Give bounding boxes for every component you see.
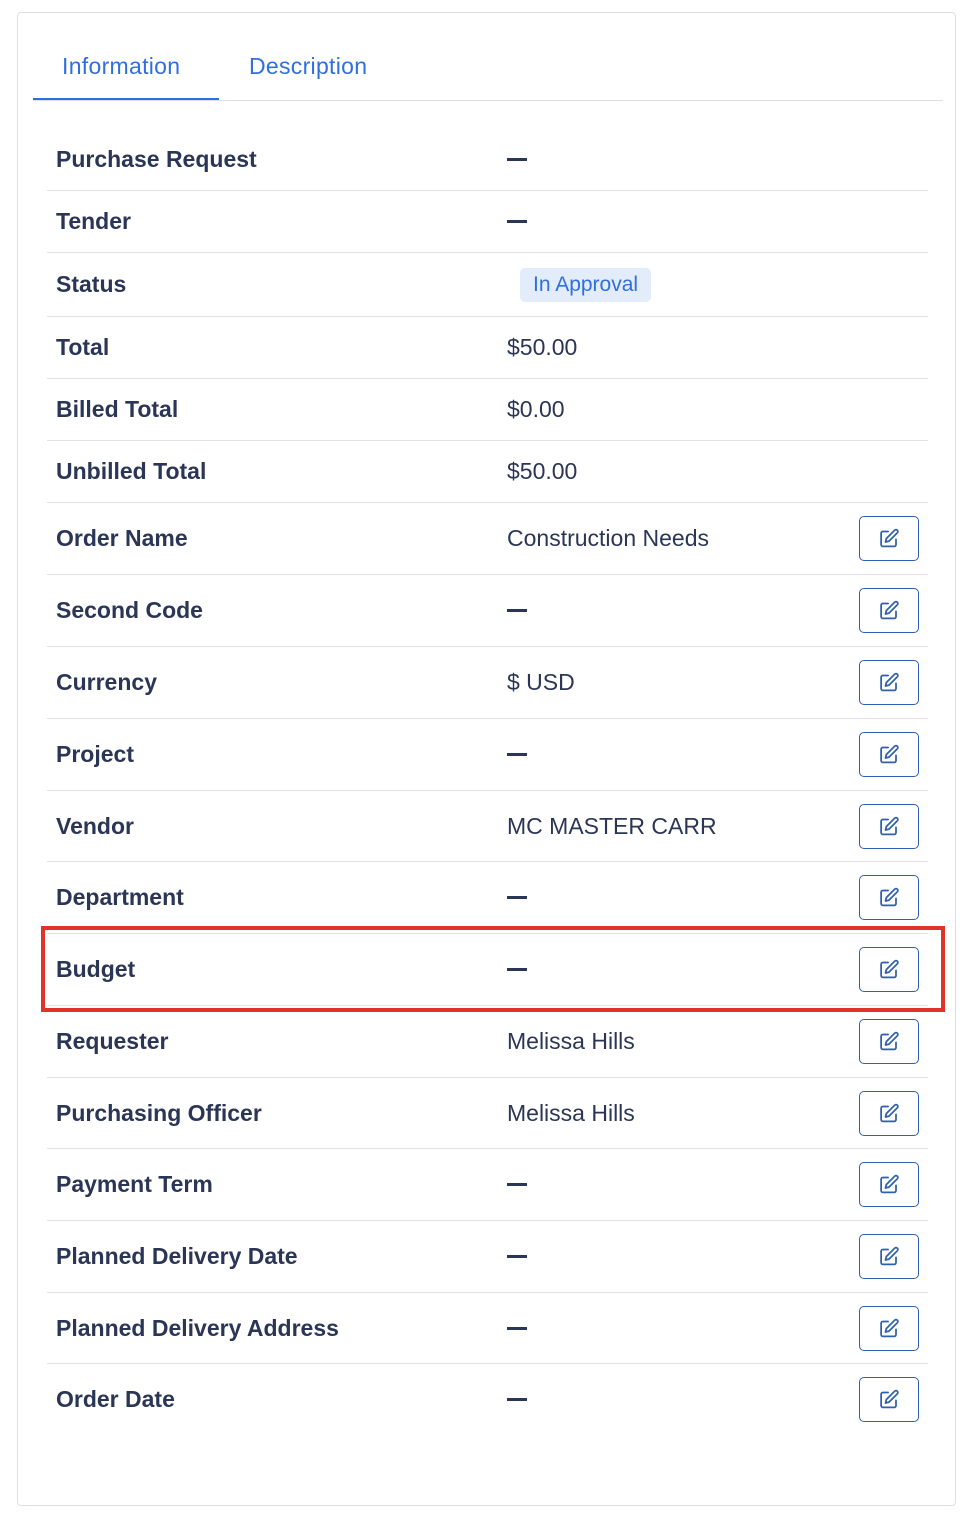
- field-value-billed-total: $0.00: [507, 396, 565, 422]
- field-label-project: Project: [56, 741, 134, 767]
- field-row-order-name: Order Name Construction Needs: [47, 503, 928, 575]
- empty-value-dash: [507, 220, 527, 223]
- field-label-purchasing-officer: Purchasing Officer: [56, 1099, 262, 1126]
- field-label-tender: Tender: [56, 208, 131, 234]
- field-row-planned-delivery-date: Planned Delivery Date: [47, 1221, 928, 1293]
- empty-value-dash: [507, 1326, 527, 1330]
- field-row-currency: Currency $ USD: [47, 647, 928, 719]
- edit-button-planned-delivery-date[interactable]: [859, 1234, 919, 1279]
- edit-button-purchasing-officer[interactable]: [859, 1090, 919, 1136]
- field-label-requester: Requester: [56, 1028, 169, 1054]
- empty-value-dash: [507, 1183, 527, 1186]
- edit-button-project[interactable]: [859, 732, 919, 777]
- field-label-department: Department: [56, 884, 184, 910]
- edit-button-currency[interactable]: [859, 660, 919, 705]
- field-value-unbilled-total: $50.00: [507, 458, 578, 484]
- edit-button-planned-delivery-address[interactable]: [859, 1305, 919, 1351]
- field-row-requester: Requester Melissa Hills: [47, 1006, 928, 1078]
- field-value-purchasing-officer: Melissa Hills: [507, 1099, 635, 1126]
- field-label-currency: Currency: [56, 669, 157, 695]
- edit-button-vendor[interactable]: [859, 803, 919, 849]
- empty-value-dash: [507, 1255, 527, 1258]
- field-row-purchase-request: Purchase Request: [47, 129, 928, 191]
- field-row-vendor: Vendor MC MASTER CARR: [47, 791, 928, 862]
- status-badge: In Approval: [520, 268, 652, 302]
- field-label-planned-delivery-address: Planned Delivery Address: [56, 1314, 339, 1341]
- field-label-total: Total: [56, 334, 110, 360]
- field-label-planned-delivery-date: Planned Delivery Date: [56, 1243, 298, 1269]
- field-label-second-code: Second Code: [56, 597, 203, 623]
- field-label-status: Status: [56, 271, 127, 297]
- edit-button-second-code[interactable]: [859, 588, 919, 633]
- field-label-purchase-request: Purchase Request: [56, 146, 257, 172]
- field-row-unbilled-total: Unbilled Total $50.00: [47, 441, 928, 503]
- tab-description[interactable]: Description: [249, 53, 367, 80]
- field-label-billed-total: Billed Total: [56, 396, 179, 422]
- field-value-vendor: MC MASTER CARR: [507, 812, 717, 839]
- field-row-purchasing-officer: Purchasing Officer Melissa Hills: [47, 1078, 928, 1149]
- field-row-status: Status In Approval: [47, 253, 928, 317]
- field-row-planned-delivery-address: Planned Delivery Address: [47, 1293, 928, 1364]
- field-row-billed-total: Billed Total $0.00: [47, 379, 928, 441]
- empty-value-dash: [507, 609, 527, 612]
- field-row-payment-term: Payment Term: [47, 1149, 928, 1221]
- field-label-payment-term: Payment Term: [56, 1171, 213, 1197]
- tab-bar: Information Description: [33, 13, 943, 101]
- field-row-department: Department: [47, 862, 928, 934]
- tab-information[interactable]: Information: [62, 53, 180, 80]
- edit-button-order-name[interactable]: [859, 516, 919, 561]
- field-label-order-date: Order Date: [56, 1386, 175, 1412]
- empty-value-dash: [507, 158, 527, 161]
- field-row-project: Project: [47, 719, 928, 791]
- field-value-order-name: Construction Needs: [507, 525, 709, 551]
- empty-value-dash: [507, 753, 527, 756]
- field-value-currency: $ USD: [507, 669, 575, 695]
- field-row-order-date: Order Date: [47, 1364, 928, 1436]
- field-value-total: $50.00: [507, 334, 578, 360]
- empty-value-dash: [507, 1398, 527, 1401]
- field-label-unbilled-total: Unbilled Total: [56, 458, 207, 484]
- field-row-total: Total $50.00: [47, 317, 928, 379]
- edit-button-order-date[interactable]: [859, 1377, 919, 1422]
- edit-button-requester[interactable]: [859, 1019, 919, 1064]
- active-tab-indicator: [33, 98, 219, 100]
- empty-value-dash: [507, 896, 527, 899]
- field-row-tender: Tender: [47, 191, 928, 253]
- field-label-order-name: Order Name: [56, 525, 188, 551]
- edit-button-payment-term[interactable]: [859, 1162, 919, 1207]
- field-row-second-code: Second Code: [47, 575, 928, 647]
- field-label-vendor: Vendor: [56, 812, 134, 839]
- order-details-card: Information Description Purchase Request…: [17, 12, 956, 1506]
- budget-row-highlight: [41, 926, 945, 1012]
- edit-button-department[interactable]: [859, 875, 919, 920]
- field-value-requester: Melissa Hills: [507, 1028, 635, 1054]
